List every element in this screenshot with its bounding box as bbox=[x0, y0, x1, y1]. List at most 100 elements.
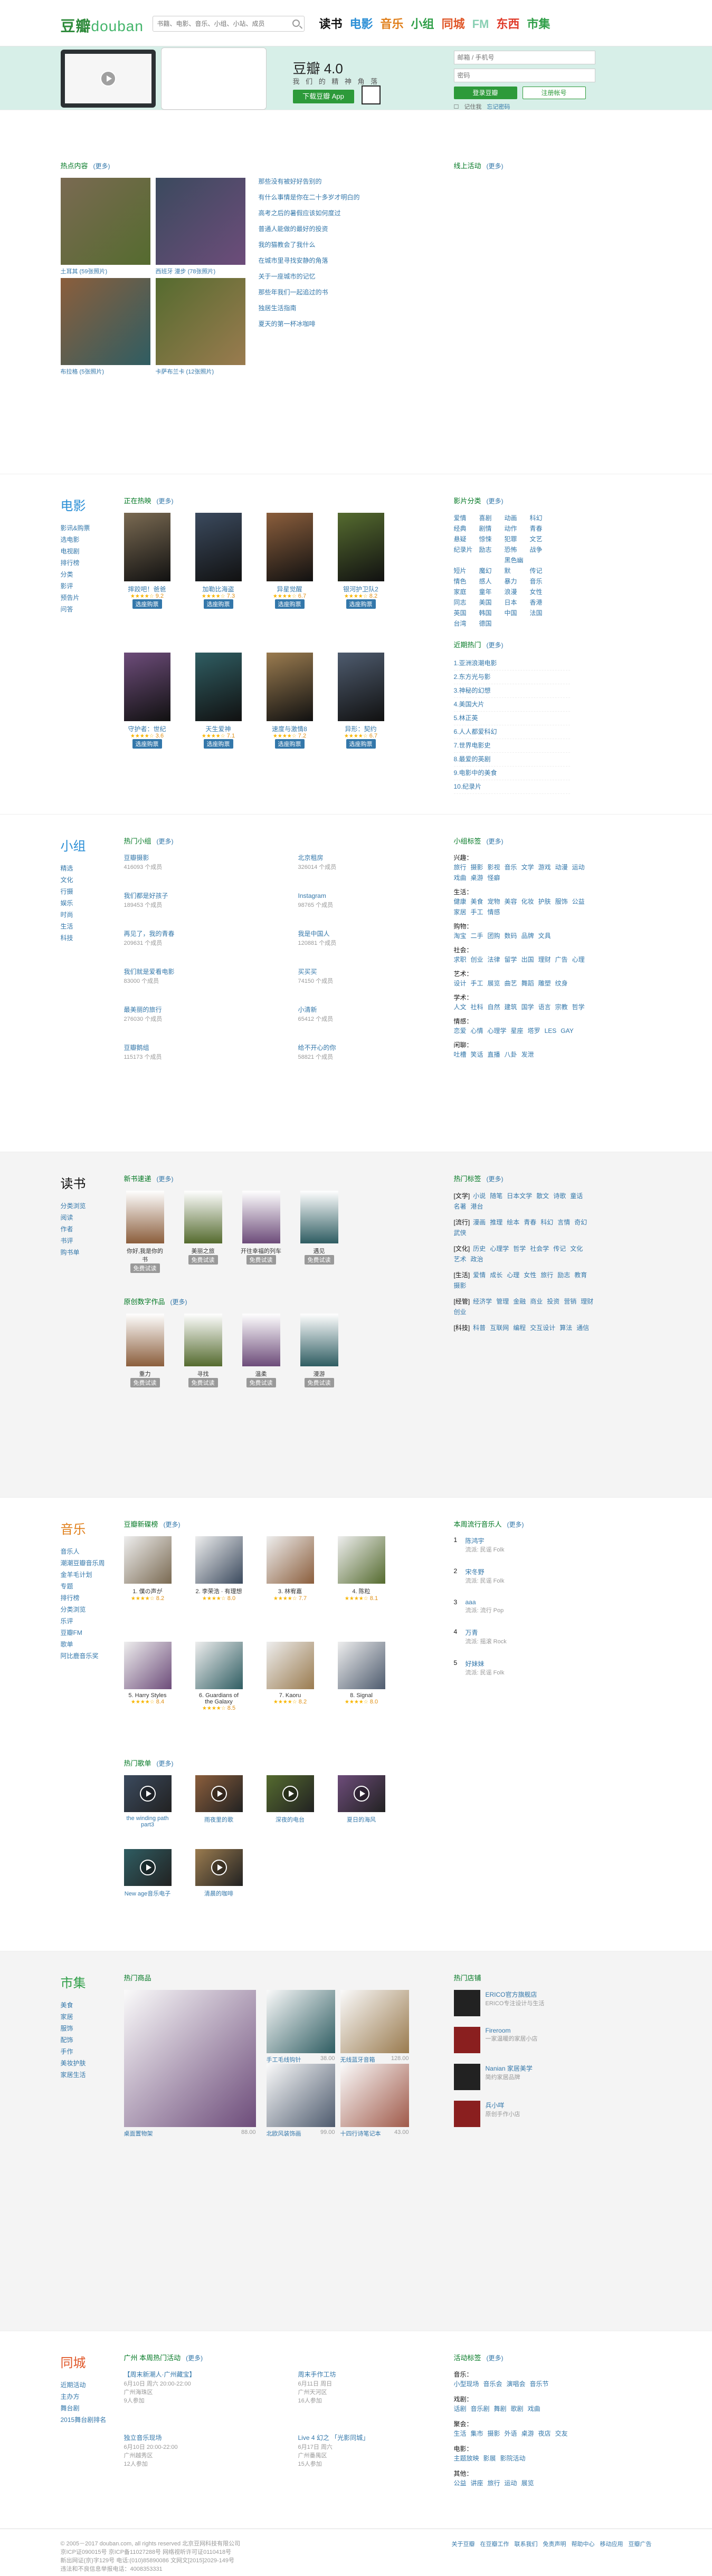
playlist-name[interactable]: 清晨的咖啡 bbox=[195, 1889, 243, 1898]
play-icon[interactable] bbox=[211, 1786, 227, 1802]
album-caption[interactable]: 西班牙 漫步 (78张照片) bbox=[156, 267, 245, 275]
movie-card[interactable]: 异星觉醒 ★★★★☆ 6.7 选座购票 bbox=[266, 513, 313, 609]
group-tag[interactable]: 游戏 bbox=[538, 862, 551, 873]
goods-image[interactable] bbox=[340, 2064, 409, 2127]
group-tag[interactable]: 舞蹈 bbox=[521, 978, 534, 989]
play-icon[interactable] bbox=[353, 1786, 369, 1802]
book-tag[interactable]: 奇幻 bbox=[574, 1217, 587, 1228]
footer-link[interactable]: 移动应用 bbox=[600, 2541, 623, 2548]
free-read-button[interactable]: 免费试读 bbox=[130, 1263, 160, 1273]
shop-item[interactable]: Nanian 家居美学 简约家居品牌 bbox=[453, 2064, 612, 2090]
group-tag[interactable]: 雕塑 bbox=[538, 978, 551, 989]
hot-article-link[interactable]: 在城市里寻找安静的角落 bbox=[259, 253, 417, 269]
movie-category-tag[interactable]: 女性 bbox=[530, 587, 551, 597]
shop-item[interactable]: 兵小咩 原创手作小店 bbox=[453, 2101, 612, 2127]
group-item[interactable]: 豆瓣摄影 416093 个成员 bbox=[124, 853, 251, 871]
movie-category-tag[interactable]: 法国 bbox=[530, 608, 551, 618]
buy-ticket-button[interactable]: 选座购票 bbox=[346, 739, 376, 749]
buy-ticket-button[interactable]: 选座购票 bbox=[274, 739, 305, 749]
group-side-link[interactable]: 生活 bbox=[61, 921, 113, 932]
artist-name[interactable]: 陈鸿宇 bbox=[466, 1536, 505, 1545]
group-tag[interactable]: 手工 bbox=[471, 978, 483, 989]
movie-category-tag[interactable]: 惊悚 bbox=[479, 534, 500, 544]
event-item[interactable]: 【周末新潮人·广州藏宝】 6月10日 周六 20:00-22:00 广州海珠区 9人参… bbox=[124, 2370, 245, 2405]
group-tag[interactable]: 语言 bbox=[538, 1002, 551, 1012]
nav-7[interactable]: 市集 bbox=[527, 17, 550, 31]
book-tag[interactable]: 推理 bbox=[490, 1217, 502, 1228]
market-side-link[interactable]: 服饰 bbox=[61, 2023, 113, 2034]
local-side-link[interactable]: 2015舞台剧排名 bbox=[61, 2414, 113, 2426]
book-tag[interactable]: 艺术 bbox=[454, 1254, 467, 1265]
event-tag[interactable]: 话剧 bbox=[454, 2403, 467, 2414]
movie-category-tag[interactable]: 动画 bbox=[505, 513, 526, 523]
book-tag[interactable]: 历史 bbox=[473, 1243, 486, 1254]
shop-name[interactable]: Fireroom bbox=[486, 2027, 538, 2034]
event-tag[interactable]: 演唱会 bbox=[507, 2379, 526, 2389]
book-tag[interactable]: 哲学 bbox=[513, 1243, 526, 1254]
event-tag[interactable]: 生活 bbox=[454, 2428, 467, 2439]
book-cover-image[interactable] bbox=[126, 1191, 164, 1243]
group-tag[interactable]: 美容 bbox=[505, 896, 517, 907]
hot-article-link[interactable]: 有什么事情是你在二十多岁才明白的 bbox=[259, 189, 417, 205]
market-side-link[interactable]: 美妆护肤 bbox=[61, 2057, 113, 2069]
album-cover-image[interactable] bbox=[155, 178, 245, 265]
music-side-link[interactable]: 歌单 bbox=[61, 1639, 113, 1650]
book-side-link[interactable]: 书评 bbox=[61, 1235, 113, 1247]
group-name[interactable]: 豆瓣摄影 bbox=[124, 853, 251, 863]
book-cover-image[interactable] bbox=[242, 1314, 280, 1366]
free-read-button[interactable]: 免费试读 bbox=[246, 1255, 276, 1265]
event-tag[interactable]: 歌剧 bbox=[511, 2403, 524, 2414]
group-side-link[interactable]: 娱乐 bbox=[61, 897, 113, 909]
buy-ticket-button[interactable]: 选座购票 bbox=[203, 599, 233, 609]
album-cover-image[interactable] bbox=[60, 278, 150, 365]
movie-rank-item[interactable]: 1.亚洲浪潮电影 bbox=[453, 657, 570, 671]
shop-name[interactable]: ERICO官方旗舰店 bbox=[486, 1990, 545, 1999]
movie-side-link[interactable]: 电视剧 bbox=[61, 545, 113, 557]
group-tag[interactable]: 八卦 bbox=[505, 1049, 517, 1060]
hot-group-more[interactable]: (更多) bbox=[157, 838, 174, 845]
group-tag[interactable]: LES bbox=[545, 1026, 557, 1036]
movie-category-tag[interactable]: 日本 bbox=[505, 597, 526, 608]
free-read-button[interactable]: 免费试读 bbox=[188, 1255, 218, 1265]
movie-poster-image[interactable] bbox=[124, 513, 170, 581]
group-tag[interactable]: 宠物 bbox=[488, 896, 500, 907]
group-tag[interactable]: 影视 bbox=[488, 862, 500, 873]
book-side-link[interactable]: 分类浏览 bbox=[61, 1200, 113, 1212]
event-name[interactable]: 周末手作工坊 bbox=[298, 2370, 420, 2379]
group-tag[interactable]: 创业 bbox=[471, 954, 483, 965]
music-side-link[interactable]: 专题 bbox=[61, 1581, 113, 1592]
goods-card[interactable]: 十四行诗笔记本 43.00 bbox=[340, 2064, 409, 2138]
movie-side-link[interactable]: 预告片 bbox=[61, 592, 113, 604]
book-cover-image[interactable] bbox=[300, 1314, 338, 1366]
group-tag[interactable]: 淘宝 bbox=[454, 931, 467, 941]
movie-poster-image[interactable] bbox=[195, 513, 242, 581]
book-cover-image[interactable] bbox=[126, 1314, 164, 1366]
movie-category-tag[interactable]: 经典 bbox=[454, 523, 475, 534]
group-tag[interactable]: 笑话 bbox=[471, 1049, 483, 1060]
event-tag[interactable]: 小型现场 bbox=[454, 2379, 479, 2389]
group-item[interactable]: 买买买 74150 个成员 bbox=[298, 967, 425, 985]
book-tag[interactable]: 营销 bbox=[564, 1296, 576, 1307]
group-side-link[interactable]: 精选 bbox=[61, 863, 113, 874]
movie-category-tag[interactable]: 浪漫 bbox=[505, 587, 526, 597]
album-card[interactable]: 8. Signal ★★★★☆ 8.0 bbox=[337, 1642, 385, 1705]
free-read-button[interactable]: 免费试读 bbox=[130, 1378, 160, 1387]
movie-category-tag[interactable]: 同志 bbox=[454, 597, 475, 608]
group-tag[interactable]: 运动 bbox=[572, 862, 585, 873]
group-tag[interactable]: 广告 bbox=[555, 954, 568, 965]
new-book[interactable]: 开往幸福的列车 免费试读 bbox=[240, 1191, 282, 1265]
book-tag[interactable]: 互联网 bbox=[490, 1323, 509, 1333]
book-side-link[interactable]: 购书单 bbox=[61, 1247, 113, 1258]
event-tag[interactable]: 戏曲 bbox=[528, 2403, 540, 2414]
group-tag[interactable]: 人文 bbox=[454, 1002, 467, 1012]
album-name[interactable]: 3. 林宥嘉 bbox=[267, 1587, 314, 1595]
book-name[interactable]: 你好,我是你的书 bbox=[124, 1247, 166, 1263]
album-card[interactable]: 6. Guardians of the Galaxy ★★★★☆ 8.5 bbox=[195, 1642, 243, 1711]
music-side-link[interactable]: 潮潮豆瓣音乐周 bbox=[61, 1557, 113, 1569]
hot-article-link[interactable]: 我的猫教会了我什么 bbox=[259, 237, 417, 253]
book-name[interactable]: 遇见 bbox=[298, 1247, 340, 1255]
shop-name[interactable]: 兵小咩 bbox=[486, 2101, 520, 2110]
movie-category-tag[interactable]: 励志 bbox=[479, 544, 500, 555]
footer-link[interactable]: 帮助中心 bbox=[572, 2541, 595, 2548]
event-tag[interactable]: 影院活动 bbox=[500, 2453, 526, 2464]
